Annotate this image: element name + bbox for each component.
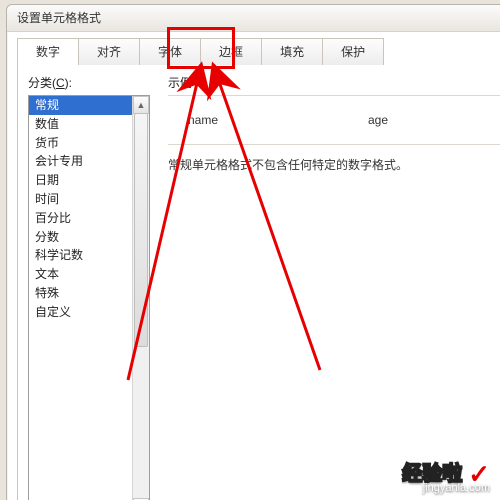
list-item[interactable]: 数值 [29, 115, 133, 134]
list-item[interactable]: 科学记数 [29, 246, 133, 265]
tab-panel: 分类(C): 常规 数值 货币 会计专用 日期 时间 百分比 分数 科学记数 文… [17, 65, 500, 500]
scroll-up-icon[interactable]: ▲ [133, 96, 149, 114]
watermark-url: jingyanla.com [423, 481, 490, 496]
list-item[interactable]: 常规 [29, 96, 133, 115]
list-item[interactable]: 分数 [29, 228, 133, 247]
example-box: name age [168, 95, 500, 145]
tab-protect[interactable]: 保护 [322, 38, 384, 66]
example-col1: name [188, 112, 218, 129]
window-title: 设置单元格格式 [17, 11, 101, 25]
tab-font[interactable]: 字体 [139, 38, 201, 66]
category-listbox[interactable]: 常规 数值 货币 会计专用 日期 时间 百分比 分数 科学记数 文本 特殊 自定… [28, 95, 150, 500]
tab-strip: 数字 对齐 字体 边框 填充 保护 [17, 37, 500, 66]
list-item[interactable]: 日期 [29, 171, 133, 190]
screenshot-frame: 设置单元格格式 数字 对齐 字体 边框 填充 保护 分类(C): 常规 数值 [0, 0, 500, 500]
example-title: 示例 [168, 75, 192, 92]
tab-number[interactable]: 数字 [17, 38, 79, 67]
tab-align[interactable]: 对齐 [78, 38, 140, 66]
watermark: 经验啦 ✓ jingyanla.com [402, 456, 490, 492]
list-item[interactable]: 会计专用 [29, 152, 133, 171]
list-item[interactable]: 文本 [29, 265, 133, 284]
list-item[interactable]: 百分比 [29, 209, 133, 228]
window-titlebar: 设置单元格格式 [7, 5, 500, 32]
tab-fill[interactable]: 填充 [261, 38, 323, 66]
listbox-scrollbar[interactable]: ▲ ▼ [132, 96, 149, 500]
list-item[interactable]: 货币 [29, 134, 133, 153]
scroll-thumb[interactable] [134, 113, 148, 347]
format-description: 常规单元格格式不包含任何特定的数字格式。 [168, 157, 408, 174]
example-col2: age [368, 112, 388, 129]
dialog-window: 设置单元格格式 数字 对齐 字体 边框 填充 保护 分类(C): 常规 数值 [6, 4, 500, 500]
category-label: 分类(C): [28, 75, 72, 92]
list-item[interactable]: 自定义 [29, 303, 133, 322]
list-item[interactable]: 时间 [29, 190, 133, 209]
tab-border[interactable]: 边框 [200, 38, 262, 66]
list-item[interactable]: 特殊 [29, 284, 133, 303]
scroll-track[interactable] [133, 113, 149, 499]
